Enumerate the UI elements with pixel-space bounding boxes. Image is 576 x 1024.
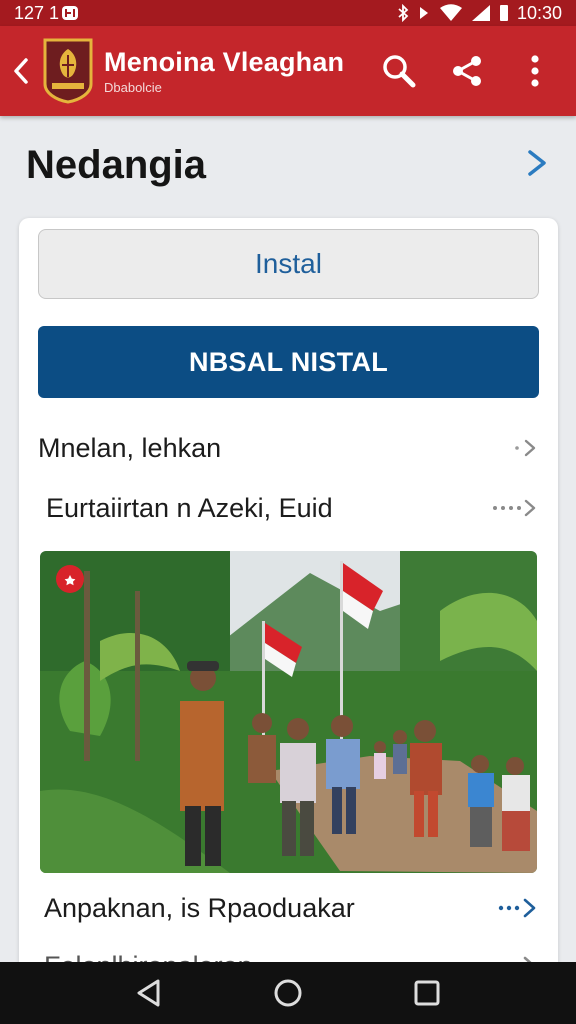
more-vert-icon (530, 54, 540, 88)
more-chevron-icon (497, 897, 539, 919)
share-button[interactable] (448, 52, 486, 90)
list-item-label: Eurtaiirtan n Azeki, Euid (46, 492, 333, 523)
chevron-right-icon (513, 438, 539, 458)
share-icon (449, 53, 485, 89)
photo-caption-label: Anpaknan, is Rpaoduakar (44, 892, 355, 923)
bluetooth-icon (397, 4, 409, 22)
app-subtitle: Dbabolcie (104, 80, 162, 95)
install-button[interactable]: Instal (38, 229, 539, 299)
install-button-label: Instal (255, 248, 322, 279)
notification-icon (61, 4, 79, 22)
vibrate-icon (417, 4, 431, 22)
page-expand-button[interactable] (524, 148, 550, 183)
system-nav-bar (0, 962, 576, 1024)
back-button[interactable] (0, 26, 42, 116)
list-item[interactable]: Eurtaiirtan n Azeki, Euid (38, 478, 539, 538)
search-button[interactable] (380, 52, 418, 90)
home-circle-icon[interactable] (272, 977, 304, 1009)
page-title: Nedangia (26, 142, 207, 187)
status-left-text: 127 1 (14, 2, 60, 23)
status-time: 10:30 (516, 2, 562, 23)
recents-square-icon[interactable] (413, 979, 441, 1007)
battery-icon (499, 4, 509, 22)
back-arrow-icon (12, 57, 30, 85)
page-heading: Nedangia (0, 116, 576, 214)
more-chevron-icon (491, 498, 539, 518)
install-primary-label: NBSAL NISTAL (188, 346, 389, 377)
wifi-icon (439, 4, 463, 22)
app-bar: Menoina Vleaghan Dbabolcie (0, 26, 576, 116)
content-card: Instal NBSAL NISTAL Mnelan, lehkan Eurta… (19, 218, 558, 978)
back-triangle-icon[interactable] (135, 978, 163, 1008)
app-logo-emblem (42, 37, 94, 105)
status-bar: 127 1 10:30 (0, 0, 576, 26)
more-options-button[interactable] (516, 52, 554, 90)
install-primary-button[interactable]: NBSAL NISTAL (38, 326, 539, 398)
signal-icon (471, 4, 491, 22)
chevron-right-icon (524, 148, 550, 178)
village-gathering-photo[interactable] (40, 551, 537, 873)
list-item[interactable]: Mnelan, lehkan (38, 418, 539, 478)
search-icon (381, 53, 417, 89)
app-title: Menoina Vleaghan (104, 47, 345, 77)
list-item-label: Mnelan, lehkan (38, 432, 222, 463)
photo-caption-row[interactable]: Anpaknan, is Rpaoduakar (38, 878, 539, 938)
